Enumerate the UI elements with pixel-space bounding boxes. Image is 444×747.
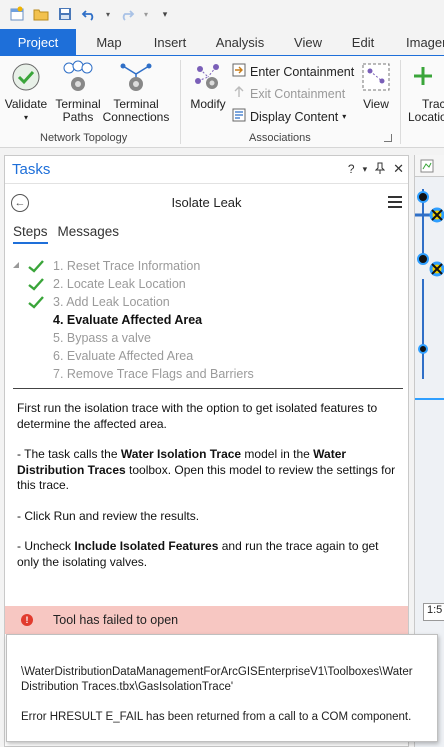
- trace-locations-button[interactable]: Trac Locatio: [406, 60, 444, 124]
- trace-label-2: Locatio: [408, 110, 444, 124]
- customize-toolbar-icon[interactable]: ▾: [156, 5, 174, 23]
- pin-icon[interactable]: [374, 162, 386, 177]
- exit-containment-icon: [232, 85, 246, 102]
- map-features: [415, 189, 444, 400]
- terminal-connections-icon: [119, 60, 153, 94]
- step-item[interactable]: 5. Bypass a valve: [27, 329, 393, 347]
- step-item-current[interactable]: 4. Evaluate Affected Area: [27, 311, 393, 329]
- validate-label: Validate: [4, 97, 48, 111]
- modify-label: Modify: [190, 97, 226, 111]
- step-item[interactable]: 6. Evaluate Affected Area: [27, 347, 393, 365]
- step-label: 4. Evaluate Affected Area: [53, 313, 203, 327]
- instruction-paragraph: - Click Run and review the results.: [17, 508, 200, 523]
- enter-containment-button[interactable]: Enter Containment: [232, 63, 354, 80]
- tab-insert[interactable]: Insert: [142, 29, 198, 55]
- map-scale-box[interactable]: 1:5: [423, 603, 444, 621]
- instruction-paragraph: - The task calls the Water Isolation Tra…: [17, 447, 396, 492]
- display-content-dropdown-icon: ▾: [342, 112, 347, 121]
- undo-dropdown-icon[interactable]: ▾: [104, 5, 112, 23]
- collapse-triangle-icon[interactable]: [13, 262, 19, 268]
- error-banner[interactable]: ! Tool has failed to open: [5, 606, 408, 634]
- group-associations-label: Associations: [249, 132, 311, 144]
- terminal-connections-label-2: Connections: [102, 110, 170, 124]
- pane-header: Tasks ? ▾ ✕: [5, 156, 408, 184]
- step-item[interactable]: 7. Remove Trace Flags and Barriers: [27, 365, 393, 383]
- tab-edit[interactable]: Edit: [334, 29, 392, 55]
- ribbon: Validate ▾ Terminal Paths Terminal Conne…: [0, 55, 444, 148]
- tab-view[interactable]: View: [282, 29, 334, 55]
- new-project-icon[interactable]: [8, 5, 26, 23]
- redo-icon[interactable]: [118, 5, 136, 23]
- dialog-launcher-icon[interactable]: [384, 134, 392, 142]
- terminal-paths-button[interactable]: Terminal Paths: [52, 60, 104, 124]
- step-label: 3. Add Leak Location: [53, 295, 170, 309]
- validate-dropdown-icon: ▾: [23, 113, 28, 122]
- divider: [13, 388, 403, 389]
- redo-dropdown-icon[interactable]: ▾: [142, 5, 150, 23]
- hamburger-menu-icon[interactable]: [388, 196, 402, 211]
- view-label: View: [363, 97, 389, 111]
- error-toolbox-path: \WaterDistributionDataManagementForArcGI…: [21, 666, 413, 693]
- display-content-icon: [232, 108, 246, 125]
- quick-access-toolbar: ▾ ▾ ▾: [0, 0, 444, 28]
- validate-button[interactable]: Validate ▾: [4, 60, 48, 124]
- ribbon-separator: [400, 60, 401, 144]
- error-icon: !: [21, 614, 33, 626]
- checkmark-icon: [27, 277, 45, 291]
- map-tab[interactable]: [415, 155, 444, 177]
- step-instructions: First run the isolation trace with the o…: [17, 401, 397, 585]
- pane-controls: ? ▾ ✕: [348, 161, 404, 177]
- error-text: Tool has failed to open: [53, 613, 179, 627]
- step-item[interactable]: 3. Add Leak Location: [27, 293, 393, 311]
- step-label: 6. Evaluate Affected Area: [53, 349, 194, 363]
- error-details-popup: \WaterDistributionDataManagementForArcGI…: [6, 634, 438, 742]
- step-label: 1. Reset Trace Information: [53, 259, 201, 273]
- validate-icon: [9, 60, 43, 94]
- undo-icon[interactable]: [80, 5, 98, 23]
- modify-icon: [191, 60, 225, 94]
- step-item[interactable]: 1. Reset Trace Information: [27, 257, 393, 275]
- tab-analysis[interactable]: Analysis: [198, 29, 282, 55]
- open-folder-icon[interactable]: [32, 5, 50, 23]
- tab-project[interactable]: Project: [0, 29, 76, 55]
- trace-locations-icon: [406, 60, 440, 94]
- view-button[interactable]: View: [358, 60, 394, 111]
- exit-containment-button[interactable]: Exit Containment: [232, 85, 345, 102]
- ribbon-tabs: Project Map Insert Analysis View Edit Im…: [0, 29, 444, 55]
- instruction-paragraph: First run the isolation trace with the o…: [17, 401, 378, 431]
- ribbon-separator: [180, 60, 181, 144]
- step-label: 5. Bypass a valve: [53, 331, 151, 345]
- pane-subtabs: Steps Messages: [13, 224, 119, 244]
- pane-options-icon[interactable]: ▾: [363, 164, 368, 175]
- enter-containment-icon: [232, 63, 246, 80]
- task-header: ← Isolate Leak: [5, 188, 408, 216]
- error-message: Error HRESULT E_FAIL has been returned f…: [21, 711, 412, 723]
- steps-list: 1. Reset Trace Information 2. Locate Lea…: [13, 257, 393, 383]
- step-item[interactable]: 2. Locate Leak Location: [27, 275, 393, 293]
- tab-imagery[interactable]: Imagery: [392, 29, 444, 55]
- enter-containment-label: Enter Containment: [250, 64, 355, 79]
- display-content-label: Display Content: [250, 109, 339, 124]
- step-label: 7. Remove Trace Flags and Barriers: [53, 367, 254, 381]
- checkmark-icon: [27, 259, 45, 273]
- step-label: 2. Locate Leak Location: [53, 277, 186, 291]
- pane-title: Tasks: [12, 161, 51, 178]
- save-icon[interactable]: [56, 5, 74, 23]
- exit-containment-label: Exit Containment: [250, 86, 346, 101]
- group-network-topology-label: Network Topology: [40, 132, 128, 144]
- tab-map[interactable]: Map: [76, 29, 142, 55]
- display-content-button[interactable]: Display Content ▾: [232, 108, 346, 125]
- tab-messages[interactable]: Messages: [58, 224, 120, 244]
- modify-button[interactable]: Modify: [186, 60, 230, 111]
- view-associations-icon: [359, 60, 393, 94]
- terminal-paths-label-2: Paths: [62, 110, 94, 124]
- terminal-paths-icon: [61, 60, 95, 94]
- task-name: Isolate Leak: [171, 195, 242, 210]
- close-icon[interactable]: ✕: [393, 161, 404, 177]
- checkmark-icon: [27, 295, 45, 309]
- terminal-connections-button[interactable]: Terminal Connections: [102, 60, 170, 124]
- help-button[interactable]: ?: [348, 162, 355, 176]
- tab-steps[interactable]: Steps: [13, 224, 48, 244]
- instruction-paragraph: - Uncheck Include Isolated Features and …: [17, 539, 379, 569]
